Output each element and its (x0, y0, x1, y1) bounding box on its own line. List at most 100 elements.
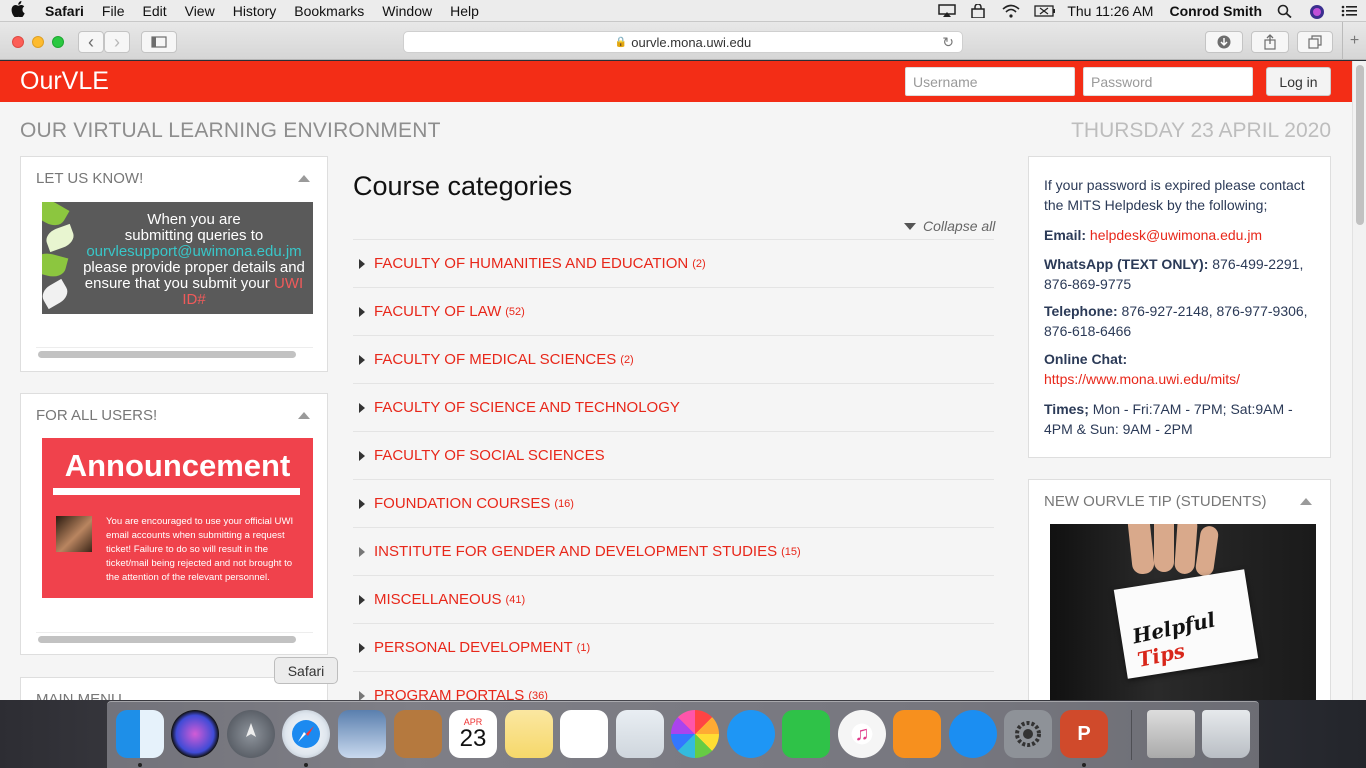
menubar-user[interactable]: Conrod Smith (1161, 3, 1270, 19)
horizontal-scrollbar[interactable] (36, 632, 313, 644)
sidebar-button[interactable] (141, 31, 177, 53)
downloads-button[interactable] (1205, 31, 1243, 53)
category-name[interactable]: FACULTY OF SCIENCE AND TECHNOLOGY (374, 399, 680, 416)
maps-icon[interactable] (616, 710, 664, 758)
collapse-icon[interactable] (298, 412, 310, 419)
menu-window[interactable]: Window (373, 3, 441, 19)
itunes-icon[interactable]: ♫ (838, 710, 886, 758)
category-name[interactable]: FACULTY OF HUMANITIES AND EDUCATION (374, 255, 688, 272)
safari-icon[interactable] (282, 710, 330, 758)
expand-arrow-icon[interactable] (359, 546, 365, 557)
close-window-button[interactable] (12, 36, 24, 48)
category-count: (1) (576, 641, 591, 654)
reminders-icon[interactable] (560, 710, 608, 758)
category-item[interactable]: INSTITUTE FOR GENDER AND DEVELOPMENT STU… (353, 527, 994, 575)
category-name[interactable]: PERSONAL DEVELOPMENT (374, 639, 573, 656)
system-preferences-icon[interactable] (1004, 710, 1052, 758)
category-item[interactable]: PERSONAL DEVELOPMENT (1) (353, 623, 994, 671)
tab-overview-button[interactable] (1297, 31, 1333, 53)
expand-arrow-icon[interactable] (359, 594, 365, 605)
calendar-icon[interactable]: APR 23 (449, 710, 497, 758)
category-item[interactable]: FACULTY OF SOCIAL SCIENCES (353, 431, 994, 479)
expand-arrow-icon[interactable] (359, 642, 365, 653)
expand-arrow-icon[interactable] (359, 306, 365, 317)
category-name[interactable]: FACULTY OF MEDICAL SCIENCES (374, 351, 616, 368)
login-button[interactable]: Log in (1266, 67, 1331, 96)
helpdesk-chat-link[interactable]: https://www.mona.uwi.edu/mits/ (1044, 369, 1324, 389)
menu-view[interactable]: View (176, 3, 224, 19)
powerpoint-icon[interactable]: P (1060, 710, 1108, 758)
menu-edit[interactable]: Edit (133, 3, 175, 19)
site-brand[interactable]: OurVLE (20, 67, 109, 96)
launchpad-icon[interactable] (227, 710, 275, 758)
wifi-icon[interactable] (1002, 4, 1020, 18)
category-item[interactable]: PROGRAM PORTALS (36) (353, 671, 994, 700)
new-tab-button[interactable]: + (1342, 22, 1366, 60)
password-input[interactable] (1083, 67, 1253, 96)
collapse-icon[interactable] (1300, 498, 1312, 505)
menubar-clock[interactable]: Thu 11:26 AM (1059, 3, 1161, 19)
siri-icon[interactable] (1309, 4, 1327, 19)
running-indicator (1082, 763, 1086, 767)
collapse-all-link[interactable]: Collapse all (904, 218, 995, 234)
helpdesk-email-link[interactable]: helpdesk@uwimona.edu.jm (1090, 227, 1262, 243)
category-item[interactable]: FACULTY OF LAW (52) (353, 287, 994, 335)
scrollbar-thumb[interactable] (1356, 65, 1364, 225)
menu-bookmarks[interactable]: Bookmarks (285, 3, 373, 19)
scrollbar-thumb[interactable] (38, 636, 296, 643)
trash-icon[interactable] (1202, 710, 1250, 758)
page-scrollbar[interactable] (1352, 61, 1366, 700)
share-button[interactable] (1251, 31, 1289, 53)
menu-safari[interactable]: Safari (36, 3, 93, 19)
back-button[interactable]: ‹ (78, 31, 104, 53)
category-name[interactable]: FOUNDATION COURSES (374, 495, 550, 512)
category-name[interactable]: FACULTY OF SOCIAL SCIENCES (374, 447, 605, 464)
menu-help[interactable]: Help (441, 3, 488, 19)
expand-arrow-icon[interactable] (359, 258, 365, 269)
messages-icon[interactable] (727, 710, 775, 758)
siri-icon[interactable] (171, 710, 219, 758)
menu-history[interactable]: History (224, 3, 286, 19)
contacts-icon[interactable] (394, 710, 442, 758)
expand-arrow-icon[interactable] (359, 450, 365, 461)
expand-arrow-icon[interactable] (359, 354, 365, 365)
expand-arrow-icon[interactable] (359, 402, 365, 413)
battery-icon[interactable] (1034, 4, 1056, 18)
category-item[interactable]: FOUNDATION COURSES (16) (353, 479, 994, 527)
category-name[interactable]: MISCELLANEOUS (374, 591, 502, 608)
lock-status-icon[interactable] (970, 2, 988, 19)
divider (53, 488, 300, 495)
notes-icon[interactable] (505, 710, 553, 758)
expand-arrow-icon[interactable] (359, 690, 365, 700)
category-name[interactable]: INSTITUTE FOR GENDER AND DEVELOPMENT STU… (374, 543, 777, 560)
category-item[interactable]: FACULTY OF SCIENCE AND TECHNOLOGY (353, 383, 994, 431)
horizontal-scrollbar[interactable] (36, 347, 313, 359)
spotlight-search-icon[interactable] (1277, 4, 1295, 18)
menu-file[interactable]: File (93, 3, 134, 19)
address-bar[interactable]: 🔒 ourvle.mona.uwi.edu ↻ (403, 31, 963, 53)
category-name[interactable]: FACULTY OF LAW (374, 303, 501, 320)
expand-arrow-icon[interactable] (359, 498, 365, 509)
photos-icon[interactable] (671, 710, 719, 758)
app-store-icon[interactable] (949, 710, 997, 758)
category-item[interactable]: FACULTY OF MEDICAL SCIENCES (2) (353, 335, 994, 383)
mail-stamp-icon[interactable] (338, 710, 386, 758)
category-item[interactable]: MISCELLANEOUS (41) (353, 575, 994, 623)
ibooks-icon[interactable] (893, 710, 941, 758)
category-item[interactable]: FACULTY OF HUMANITIES AND EDUCATION (2) (353, 239, 994, 287)
reload-icon[interactable]: ↻ (942, 34, 954, 51)
username-input[interactable] (905, 67, 1075, 96)
forward-button[interactable]: › (104, 31, 130, 53)
downloads-stack-icon[interactable] (1147, 710, 1195, 758)
scrollbar-thumb[interactable] (38, 351, 296, 358)
airplay-icon[interactable] (938, 3, 957, 18)
zoom-window-button[interactable] (52, 36, 64, 48)
finder-icon[interactable] (116, 710, 164, 758)
apple-menu-icon[interactable] (0, 0, 36, 21)
collapse-icon[interactable] (298, 175, 310, 182)
category-name[interactable]: PROGRAM PORTALS (374, 687, 524, 700)
block-for-all-users: FOR ALL USERS! Announcement You are enco… (20, 393, 328, 655)
notification-center-icon[interactable] (1341, 4, 1359, 18)
minimize-window-button[interactable] (32, 36, 44, 48)
facetime-icon[interactable] (782, 710, 830, 758)
